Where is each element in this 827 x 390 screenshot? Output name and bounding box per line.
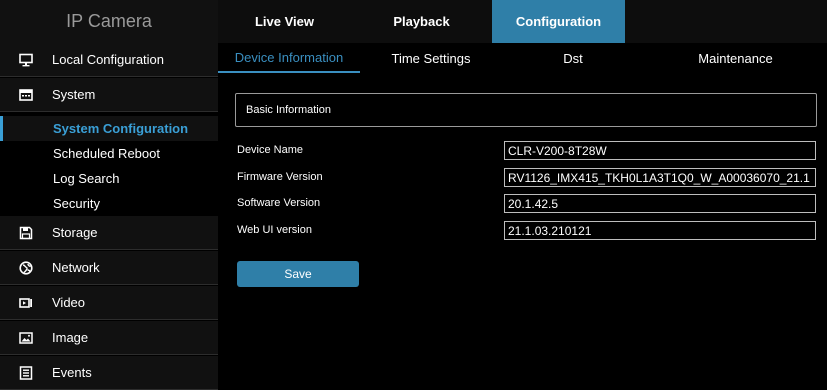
sidebar-subitem-scheduled-reboot[interactable]: Scheduled Reboot bbox=[0, 141, 218, 166]
sidebar-item-label: Image bbox=[52, 330, 89, 345]
events-icon bbox=[0, 365, 52, 380]
sidebar: Local Configuration System System Config… bbox=[0, 43, 218, 390]
software-version-field[interactable] bbox=[504, 194, 816, 213]
sidebar-item-system[interactable]: System bbox=[0, 78, 218, 112]
subtab-maintenance[interactable]: Maintenance bbox=[644, 43, 827, 73]
sidebar-subitem-security[interactable]: Security bbox=[0, 191, 218, 216]
image-icon bbox=[0, 331, 52, 345]
monitor-icon bbox=[0, 53, 52, 67]
config-subtabs: Device Information Time Settings Dst Mai… bbox=[218, 43, 827, 73]
firmware-version-label: Firmware Version bbox=[237, 171, 323, 183]
software-version-label: Software Version bbox=[237, 197, 321, 209]
subtab-time-settings[interactable]: Time Settings bbox=[360, 43, 502, 73]
subtab-device-information[interactable]: Device Information bbox=[218, 43, 360, 73]
sidebar-item-image[interactable]: Image bbox=[0, 321, 218, 355]
web-ui-version-label: Web UI version bbox=[237, 224, 312, 236]
device-name-label: Device Name bbox=[237, 144, 304, 156]
sidebar-item-label: Storage bbox=[52, 225, 98, 240]
tab-configuration[interactable]: Configuration bbox=[492, 0, 625, 43]
basic-information-header: Basic Information bbox=[235, 93, 817, 127]
top-navigation-bar: IP Camera Live View Playback Configurati… bbox=[0, 0, 827, 43]
tab-live-view[interactable]: Live View bbox=[218, 0, 351, 43]
keyboard-icon bbox=[0, 88, 52, 102]
subtab-dst[interactable]: Dst bbox=[502, 43, 644, 73]
sidebar-item-network[interactable]: Network bbox=[0, 251, 218, 285]
save-button[interactable]: Save bbox=[237, 261, 359, 287]
sidebar-subitem-system-configuration[interactable]: System Configuration bbox=[0, 116, 218, 141]
sidebar-item-label: System bbox=[52, 87, 96, 102]
sidebar-item-events[interactable]: Events bbox=[0, 356, 218, 390]
sidebar-item-storage[interactable]: Storage bbox=[0, 216, 218, 250]
sidebar-item-label: Network bbox=[52, 260, 100, 275]
floppy-disk-icon bbox=[0, 226, 52, 240]
sidebar-subitem-log-search[interactable]: Log Search bbox=[0, 166, 218, 191]
tab-playback[interactable]: Playback bbox=[355, 0, 488, 43]
sidebar-item-label: Local Configuration bbox=[52, 52, 165, 67]
device-name-field[interactable] bbox=[504, 141, 816, 160]
video-icon bbox=[0, 296, 52, 310]
sidebar-item-video[interactable]: Video bbox=[0, 286, 218, 320]
brand-title: IP Camera bbox=[0, 0, 218, 43]
sidebar-item-local-configuration[interactable]: Local Configuration bbox=[0, 43, 218, 77]
web-ui-version-field[interactable] bbox=[504, 221, 816, 240]
globe-icon bbox=[0, 260, 52, 275]
firmware-version-field[interactable] bbox=[504, 168, 816, 187]
sidebar-item-label: Video bbox=[52, 295, 86, 310]
sidebar-item-label: Events bbox=[52, 365, 92, 380]
